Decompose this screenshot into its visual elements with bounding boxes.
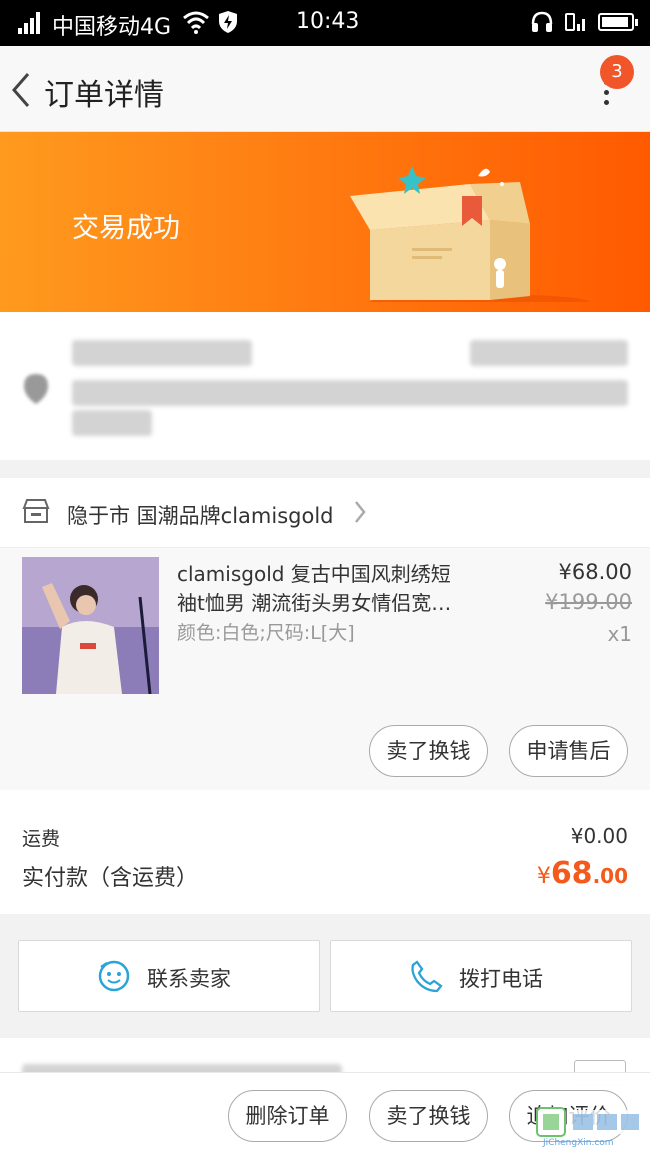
store-name: 隐于市 国潮品牌clamisgold — [67, 504, 334, 528]
wifi-icon — [183, 11, 209, 34]
sell-item-button[interactable]: 卖了换钱 — [369, 725, 488, 777]
order-item[interactable]: clamisgold 复古中国风刺绣短 袖t恤男 潮流街头男女情侣宽… 颜色:白… — [0, 548, 650, 790]
recipient-phone-blurred — [470, 340, 628, 366]
shipping-fee-value: ¥0.00 — [570, 824, 628, 848]
contact-seller-label: 联系卖家 — [147, 967, 231, 991]
shipping-fee-label: 运费 — [22, 828, 61, 850]
package-box-illustration — [350, 166, 590, 302]
total-paid-label: 实付款（含运费） — [22, 866, 199, 891]
product-title-line2: 袖t恤男 潮流街头男女情侣宽… — [177, 591, 452, 615]
headset-icon — [531, 11, 553, 32]
store-icon — [22, 499, 50, 523]
status-banner: 交易成功 — [0, 132, 650, 312]
payment-summary: 运费 ¥0.00 实付款（含运费） ¥68.00 — [0, 790, 650, 914]
carrier-label: 中国移动4G — [52, 15, 172, 40]
clock: 10:43 — [296, 9, 360, 34]
location-pin-icon — [24, 374, 48, 404]
chat-smiley-icon — [98, 960, 130, 992]
store-row[interactable]: 隐于市 国潮品牌clamisgold — [0, 478, 650, 548]
back-arrow-icon[interactable] — [8, 70, 34, 110]
total-integer: 68 — [550, 856, 593, 891]
order-status: 交易成功 — [72, 213, 180, 244]
apply-after-sales-button[interactable]: 申请售后 — [509, 725, 628, 777]
address-line2-blurred — [72, 410, 152, 436]
sim-signal-icon — [565, 13, 585, 31]
notification-badge: 3 — [600, 55, 634, 89]
total-decimal: .00 — [592, 864, 628, 888]
watermark-text: JiChengXin.com — [543, 1138, 614, 1148]
shield-icon — [219, 11, 237, 33]
product-quantity: x1 — [607, 622, 632, 646]
sell-item-bottom-button[interactable]: 卖了换钱 — [369, 1090, 488, 1142]
chevron-right-icon — [355, 501, 366, 523]
recipient-name-blurred — [72, 340, 252, 366]
nav-bar: 订单详情 3 — [0, 46, 650, 132]
address-line-blurred — [72, 380, 628, 406]
battery-icon — [598, 13, 638, 31]
product-original-price: ¥199.00 — [545, 590, 632, 614]
signal-strength-icon — [18, 12, 46, 34]
delete-order-button[interactable]: 删除订单 — [228, 1090, 347, 1142]
status-bar: 中国移动4G 10:43 — [0, 0, 650, 46]
site-watermark: JiChengXin.com — [535, 1104, 647, 1150]
page-title: 订单详情 — [44, 78, 164, 113]
contact-seller-button[interactable]: 联系卖家 — [18, 940, 320, 1012]
contact-section: 联系卖家 拨打电话 — [0, 930, 650, 1022]
product-price: ¥68.00 — [558, 560, 632, 584]
product-thumbnail[interactable] — [22, 557, 159, 694]
watermark-logo-icon — [536, 1107, 643, 1137]
product-title[interactable]: clamisgold 复古中国风刺绣短 袖t恤男 潮流街头男女情侣宽… — [177, 560, 482, 618]
total-paid-value: ¥68.00 — [537, 856, 628, 891]
total-currency: ¥ — [536, 864, 551, 889]
call-phone-label: 拨打电话 — [459, 967, 543, 991]
product-sku: 颜色:白色;尺码:L[大] — [177, 622, 355, 644]
call-phone-button[interactable]: 拨打电话 — [330, 940, 632, 1012]
phone-icon — [411, 960, 443, 993]
shipping-address-card[interactable] — [0, 312, 650, 460]
product-title-line1: clamisgold 复古中国风刺绣短 — [177, 562, 451, 586]
